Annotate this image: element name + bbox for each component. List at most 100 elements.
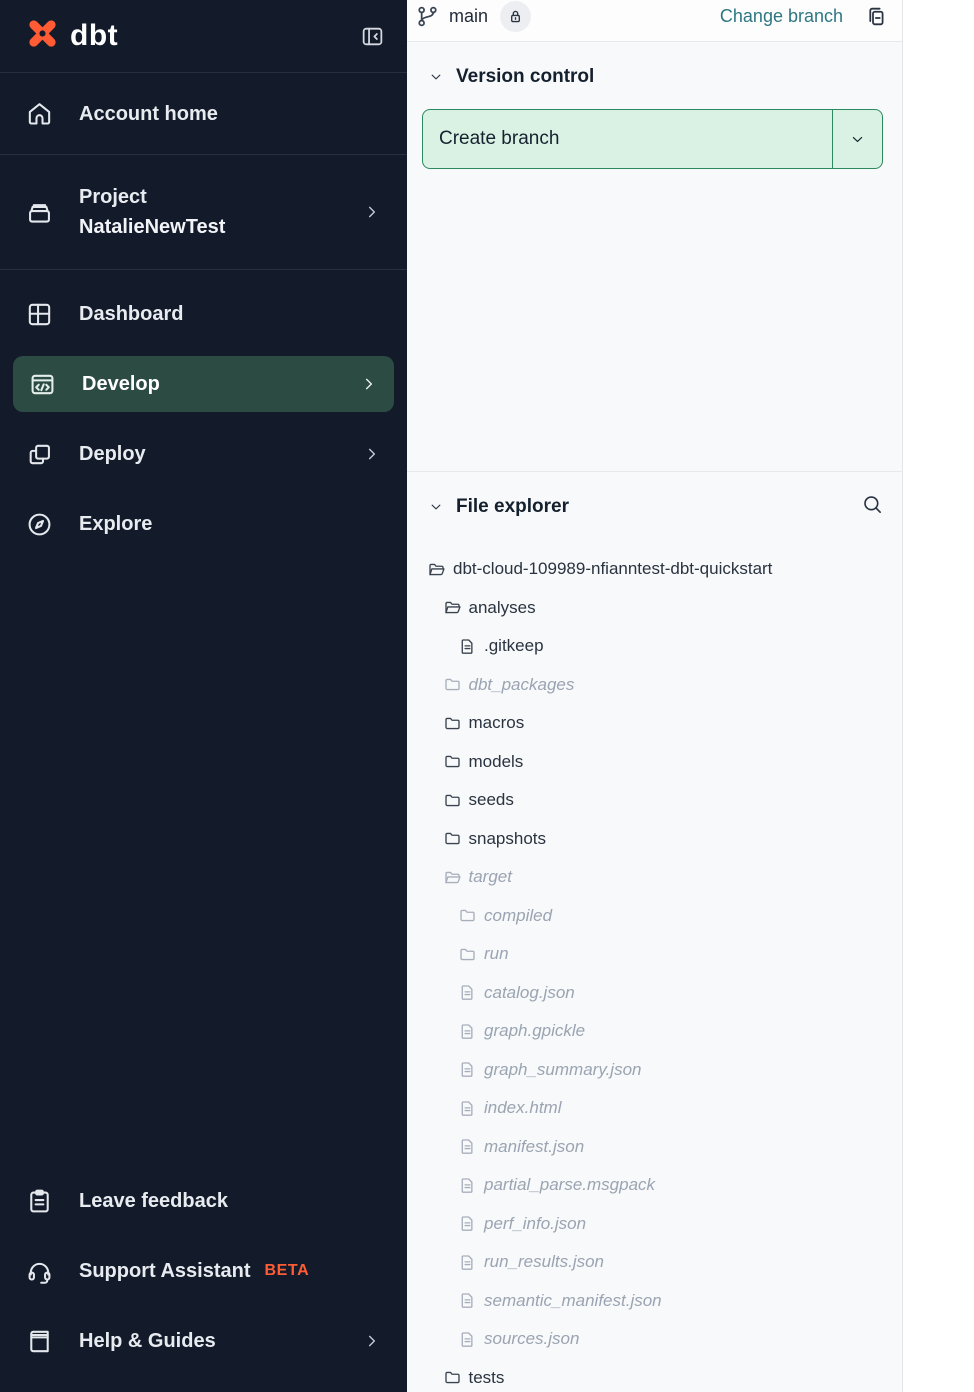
sidebar-item-label-wrap: Develop xyxy=(82,369,160,399)
branch-lock-badge xyxy=(500,1,531,32)
tree-item-folder[interactable]: dbt-cloud-109989-nfianntest-dbt-quicksta… xyxy=(407,550,902,589)
book-icon xyxy=(25,1327,54,1356)
sidebar-item-dashboard[interactable]: Dashboard xyxy=(0,279,407,349)
dashboard-icon xyxy=(25,300,54,329)
sidebar-item-label-wrap: Support Assistant xyxy=(79,1256,251,1286)
tree-item-folder[interactable]: models xyxy=(407,743,902,782)
tree-item-name: semantic_manifest.json xyxy=(484,1291,662,1311)
sidebar-item-label: Account home xyxy=(79,103,218,125)
sidebar-item-label: Explore xyxy=(79,513,152,535)
tree-item-name: index.html xyxy=(484,1098,561,1118)
version-control-header[interactable]: Version control xyxy=(422,66,883,88)
sidebar-item-label: Project xyxy=(79,186,147,208)
create-branch-split-button: Create branch xyxy=(422,109,883,169)
tree-item-folder[interactable]: analyses xyxy=(407,589,902,628)
folder-icon xyxy=(443,791,462,810)
project-icon xyxy=(25,198,54,227)
tree-item-name: analyses xyxy=(469,598,536,618)
sidebar-item-label-wrap: Account home xyxy=(79,99,218,129)
collapse-sidebar-button[interactable] xyxy=(360,24,385,49)
tree-item-file[interactable]: run_results.json xyxy=(407,1243,902,1282)
tree-item-folder[interactable]: target xyxy=(407,858,902,897)
tree-item-name: catalog.json xyxy=(484,983,575,1003)
version-control-section: Version control Create branch xyxy=(407,42,902,472)
sidebar-item-develop[interactable]: Develop xyxy=(13,356,394,412)
tree-item-file[interactable]: sources.json xyxy=(407,1320,902,1359)
editor-area xyxy=(903,0,974,1392)
home-icon xyxy=(25,99,54,128)
primary-nav: Account home ProjectNatalieNewTest Dashboa… xyxy=(0,73,407,559)
tree-item-folder[interactable]: tests xyxy=(407,1359,902,1392)
deploy-icon xyxy=(25,440,54,469)
dbt-home-link[interactable]: dbt xyxy=(24,15,118,57)
tree-item-name: dbt_packages xyxy=(469,675,575,695)
app-root: dbt Account home ProjectNatalieNewTest Das… xyxy=(0,0,974,1392)
tree-item-file[interactable]: index.html xyxy=(407,1089,902,1128)
sidebar-item-support-assistant[interactable]: Support AssistantBETA xyxy=(0,1236,407,1306)
file-explorer-header[interactable]: File explorer xyxy=(407,493,902,521)
copy-icon[interactable] xyxy=(863,4,888,29)
folder-open-icon xyxy=(443,598,462,617)
sidebar-item-account-home[interactable]: Account home xyxy=(0,73,407,155)
tree-item-file[interactable]: perf_info.json xyxy=(407,1205,902,1244)
branch-row: main Change branch xyxy=(407,0,902,42)
tree-item-folder[interactable]: macros xyxy=(407,704,902,743)
file-icon xyxy=(458,983,477,1002)
sidebar-item-label: Help & Guides xyxy=(79,1330,216,1352)
sidebar-item-leave-feedback[interactable]: Leave feedback xyxy=(0,1166,407,1236)
sidebar-item-help-guides[interactable]: Help & Guides xyxy=(0,1306,407,1376)
tree-item-file[interactable]: catalog.json xyxy=(407,974,902,1013)
explore-icon xyxy=(25,510,54,539)
tree-item-name: target xyxy=(469,867,512,887)
tree-item-folder[interactable]: compiled xyxy=(407,897,902,936)
clipboard-icon xyxy=(25,1187,54,1216)
file-icon xyxy=(458,1330,477,1349)
tree-item-name: perf_info.json xyxy=(484,1214,586,1234)
sidebar-item-label-wrap: Explore xyxy=(79,509,152,539)
tree-item-name: seeds xyxy=(469,790,514,810)
file-tree: dbt-cloud-109989-nfianntest-dbt-quicksta… xyxy=(407,550,902,1392)
tree-item-file[interactable]: .gitkeep xyxy=(407,627,902,666)
sidebar-item-label-wrap: Leave feedback xyxy=(79,1186,228,1216)
create-branch-dropdown-toggle[interactable] xyxy=(832,110,882,168)
tree-item-name: .gitkeep xyxy=(484,636,544,656)
tree-item-folder[interactable]: dbt_packages xyxy=(407,666,902,705)
branch-name: main xyxy=(449,6,488,27)
sidebar-item-deploy[interactable]: Deploy xyxy=(0,419,407,489)
git-branch-icon xyxy=(415,4,440,29)
search-icon[interactable] xyxy=(861,493,884,521)
create-branch-button[interactable]: Create branch xyxy=(423,110,832,168)
tree-item-folder[interactable]: seeds xyxy=(407,781,902,820)
footer-nav: Leave feedback Support AssistantBETA Help … xyxy=(0,1166,407,1392)
tree-item-folder[interactable]: run xyxy=(407,935,902,974)
tree-item-name: graph_summary.json xyxy=(484,1060,641,1080)
tree-item-name: manifest.json xyxy=(484,1137,584,1157)
chevron-right-icon xyxy=(362,444,382,464)
tree-item-file[interactable]: manifest.json xyxy=(407,1128,902,1167)
tree-item-file[interactable]: graph_summary.json xyxy=(407,1051,902,1090)
file-explorer-title: File explorer xyxy=(456,496,569,518)
file-icon xyxy=(458,1137,477,1156)
sidebar-item-label-wrap: Deploy xyxy=(79,439,146,469)
sidebar-item-project[interactable]: ProjectNatalieNewTest xyxy=(0,155,407,270)
chevron-down-icon xyxy=(428,499,444,515)
sidebar-item-label: Dashboard xyxy=(79,303,183,325)
folder-icon xyxy=(443,714,462,733)
tree-item-file[interactable]: graph.gpickle xyxy=(407,1012,902,1051)
side-panel: main Change branch Version control Creat… xyxy=(407,0,903,1392)
branch-actions: Change branch xyxy=(720,4,888,29)
branch-info: main xyxy=(415,1,531,32)
tree-item-folder[interactable]: snapshots xyxy=(407,820,902,859)
tree-item-file[interactable]: partial_parse.msgpack xyxy=(407,1166,902,1205)
tree-item-name: run xyxy=(484,944,509,964)
sidebar-item-explore[interactable]: Explore xyxy=(0,489,407,559)
chevron-right-icon xyxy=(359,374,379,394)
tree-item-file[interactable]: semantic_manifest.json xyxy=(407,1282,902,1321)
change-branch-link[interactable]: Change branch xyxy=(720,6,843,27)
file-icon xyxy=(458,1176,477,1195)
sidebar-item-label-wrap: Help & Guides xyxy=(79,1326,216,1356)
tree-item-name: models xyxy=(469,752,524,772)
tree-item-name: compiled xyxy=(484,906,552,926)
headset-icon xyxy=(25,1257,54,1286)
tree-item-name: macros xyxy=(469,713,525,733)
